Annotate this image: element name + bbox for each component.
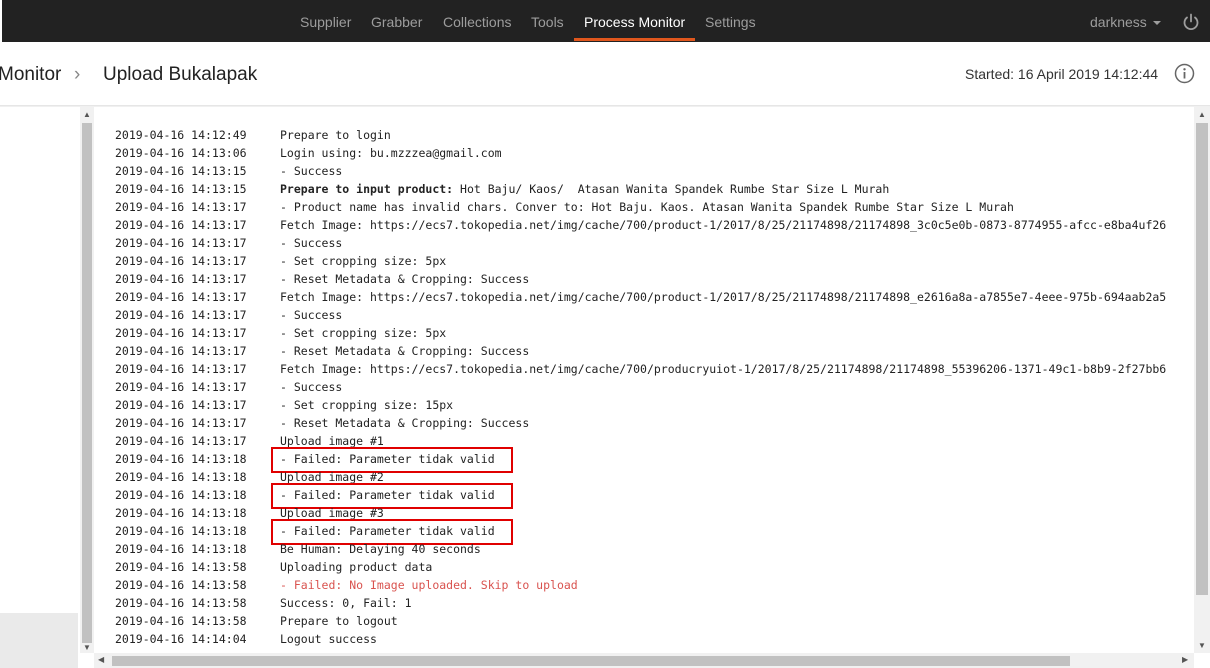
log-timestamp: 2019-04-16 14:13:17 xyxy=(115,308,247,322)
process-log: 2019-04-16 14:12:49 Prepare to login 2019-… xyxy=(115,126,1193,648)
log-message: Prepare to logout xyxy=(280,614,398,628)
log-message-text: Hot Baju/ Kaos/ Atasan Wanita Spandek Ru… xyxy=(453,182,890,196)
nav-collections[interactable]: Collections xyxy=(443,0,511,42)
log-message: Prepare to input product: Hot Baju/ Kaos… xyxy=(280,180,889,198)
log-timestamp: 2019-04-16 14:13:17 xyxy=(115,254,247,268)
log-timestamp: 2019-04-16 14:13:58 xyxy=(115,560,247,574)
power-icon[interactable] xyxy=(1182,13,1200,31)
nav-active-indicator xyxy=(574,38,695,41)
log-timestamp: 2019-04-16 14:13:15 xyxy=(115,182,247,196)
breadcrumb-separator: › xyxy=(74,64,81,85)
log-message: Fetch Image: https://ecs7.tokopedia.net/… xyxy=(280,290,1167,304)
log-message: Be Human: Delaying 40 seconds xyxy=(280,542,481,556)
log-message: Fetch Image: https://ecs7.tokopedia.net/… xyxy=(280,362,1167,376)
log-timestamp: 2019-04-16 14:13:18 xyxy=(115,452,247,466)
log-timestamp: 2019-04-16 14:13:06 xyxy=(115,146,247,160)
scrollbar-thumb[interactable] xyxy=(82,123,92,643)
log-timestamp: 2019-04-16 14:13:17 xyxy=(115,380,247,394)
log-message: - Reset Metadata & Cropping: Success xyxy=(280,344,530,358)
nav-supplier[interactable]: Supplier xyxy=(300,0,351,42)
caret-down-icon xyxy=(1152,21,1161,26)
log-timestamp: 2019-04-16 14:13:17 xyxy=(115,218,247,232)
log-message: - Success xyxy=(280,164,343,178)
log-timestamp: 2019-04-16 14:13:18 xyxy=(115,542,247,556)
log-timestamp: 2019-04-16 14:13:17 xyxy=(115,326,247,340)
log-horizontal-scrollbar[interactable]: ◀ ▶ xyxy=(94,653,1194,668)
breadcrumb-prev[interactable]: Monitor xyxy=(0,64,61,86)
nav-tools[interactable]: Tools xyxy=(531,0,564,42)
log-timestamp: 2019-04-16 14:13:58 xyxy=(115,614,247,628)
log-timestamp: 2019-04-16 14:13:18 xyxy=(115,470,247,484)
log-timestamp: 2019-04-16 14:13:18 xyxy=(115,506,247,520)
log-timestamp: 2019-04-16 14:13:17 xyxy=(115,272,247,286)
scroll-up-arrow-icon[interactable]: ▲ xyxy=(83,110,91,119)
user-menu[interactable]: darkness xyxy=(1090,0,1161,42)
scroll-right-arrow-icon[interactable]: ▶ xyxy=(1182,655,1188,664)
log-timestamp: 2019-04-16 14:13:17 xyxy=(115,362,247,376)
log-vertical-scrollbar[interactable]: ▲ ▼ xyxy=(1194,107,1210,653)
log-timestamp: 2019-04-16 14:13:17 xyxy=(115,236,247,250)
log-message: - Reset Metadata & Cropping: Success xyxy=(280,416,530,430)
scrollbar-thumb[interactable] xyxy=(1196,123,1208,595)
log-timestamp: 2019-04-16 14:13:17 xyxy=(115,434,247,448)
log-message: Logout success xyxy=(280,632,377,646)
log-message: Prepare to login xyxy=(280,128,391,142)
user-name: darkness xyxy=(1090,14,1147,30)
log-timestamp: 2019-04-16 14:13:15 xyxy=(115,164,247,178)
nav-settings[interactable]: Settings xyxy=(705,0,756,42)
nav-grabber[interactable]: Grabber xyxy=(371,0,422,42)
log-message: - Set cropping size: 15px xyxy=(280,398,454,412)
window-edge xyxy=(0,0,2,42)
scroll-down-arrow-icon[interactable]: ▼ xyxy=(83,643,91,652)
log-message: Login using: bu.mzzzea@gmail.com xyxy=(280,146,502,160)
log-message: Success: 0, Fail: 1 xyxy=(280,596,412,610)
started-timestamp: Started: 16 April 2019 14:12:44 xyxy=(965,66,1159,82)
info-icon[interactable] xyxy=(1174,63,1195,84)
scroll-down-arrow-icon[interactable]: ▼ xyxy=(1198,641,1206,650)
log-message: Uploading product data xyxy=(280,560,433,574)
scrollbar-thumb[interactable] xyxy=(112,656,1070,666)
log-message: Fetch Image: https://ecs7.tokopedia.net/… xyxy=(280,218,1167,232)
log-message: - Success xyxy=(280,380,343,394)
top-navbar: Supplier Grabber Collections Tools Proce… xyxy=(0,0,1210,42)
log-timestamp: 2019-04-16 14:13:18 xyxy=(115,524,247,538)
page-header: Monitor › Upload Bukalapak Started: 16 A… xyxy=(0,42,1210,106)
log-timestamp: 2019-04-16 14:13:58 xyxy=(115,596,247,610)
scroll-left-arrow-icon[interactable]: ◀ xyxy=(98,655,104,664)
log-timestamp: 2019-04-16 14:13:17 xyxy=(115,398,247,412)
log-message-bold: Prepare to input product: xyxy=(280,182,454,196)
log-timestamp: 2019-04-16 14:13:17 xyxy=(115,344,247,358)
nav-process-monitor[interactable]: Process Monitor xyxy=(584,0,685,42)
log-timestamp: 2019-04-16 14:13:18 xyxy=(115,488,247,502)
left-scrollbar[interactable]: ▲ ▼ xyxy=(80,107,94,653)
log-message: - Failed: No Image uploaded. Skip to upl… xyxy=(280,578,578,592)
log-timestamp: 2019-04-16 14:14:04 xyxy=(115,632,247,646)
log-message: - Product name has invalid chars. Conver… xyxy=(280,200,1014,214)
log-timestamp: 2019-04-16 14:12:49 xyxy=(115,128,247,142)
sidebar-footer xyxy=(0,613,78,668)
log-message: - Set cropping size: 5px xyxy=(280,326,447,340)
log-message: - Set cropping size: 5px xyxy=(280,254,447,268)
log-timestamp: 2019-04-16 14:13:17 xyxy=(115,290,247,304)
log-timestamp: 2019-04-16 14:13:17 xyxy=(115,416,247,430)
sidebar xyxy=(0,107,78,613)
log-message: - Success xyxy=(280,236,343,250)
log-timestamp: 2019-04-16 14:13:17 xyxy=(115,200,247,214)
log-message: - Reset Metadata & Cropping: Success xyxy=(280,272,530,286)
log-timestamp: 2019-04-16 14:13:58 xyxy=(115,578,247,592)
log-message: - Success xyxy=(280,308,343,322)
page-title: Upload Bukalapak xyxy=(103,64,258,85)
scroll-up-arrow-icon[interactable]: ▲ xyxy=(1198,110,1206,119)
